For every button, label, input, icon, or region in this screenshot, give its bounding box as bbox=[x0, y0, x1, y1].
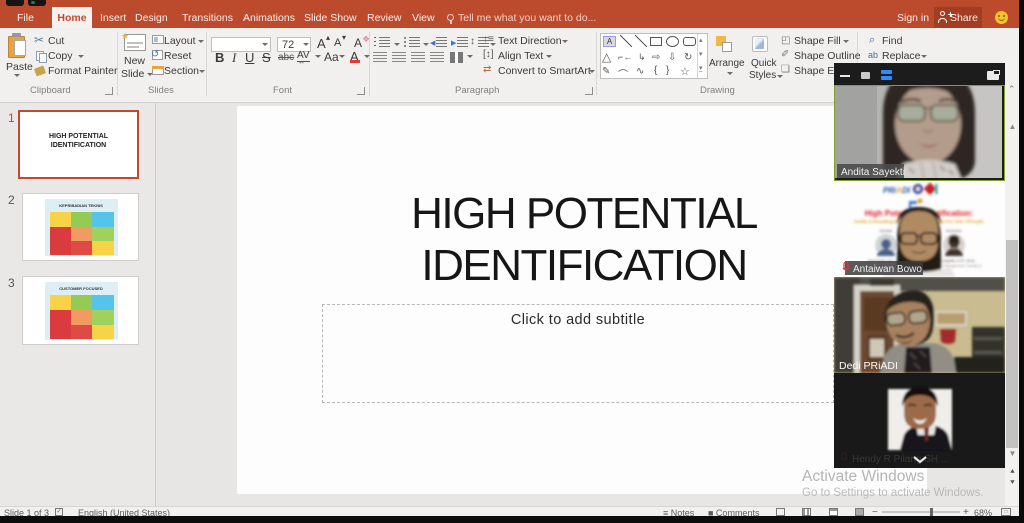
svg-text:Hendy R Pilang SH ...: Hendy R Pilang SH ... bbox=[852, 454, 949, 465]
svg-text:Andita Sayekti: Andita Sayekti bbox=[841, 167, 905, 178]
svg-text:Speaker: Speaker bbox=[879, 229, 893, 233]
svg-text:PRiADI: PRiADI bbox=[883, 186, 911, 195]
svg-text:Dedi PRiADI: Dedi PRiADI bbox=[839, 360, 898, 372]
svg-text:Moderator: Moderator bbox=[946, 229, 963, 233]
svg-text:Antaiwan Bowo: Antaiwan Bowo bbox=[853, 264, 922, 275]
